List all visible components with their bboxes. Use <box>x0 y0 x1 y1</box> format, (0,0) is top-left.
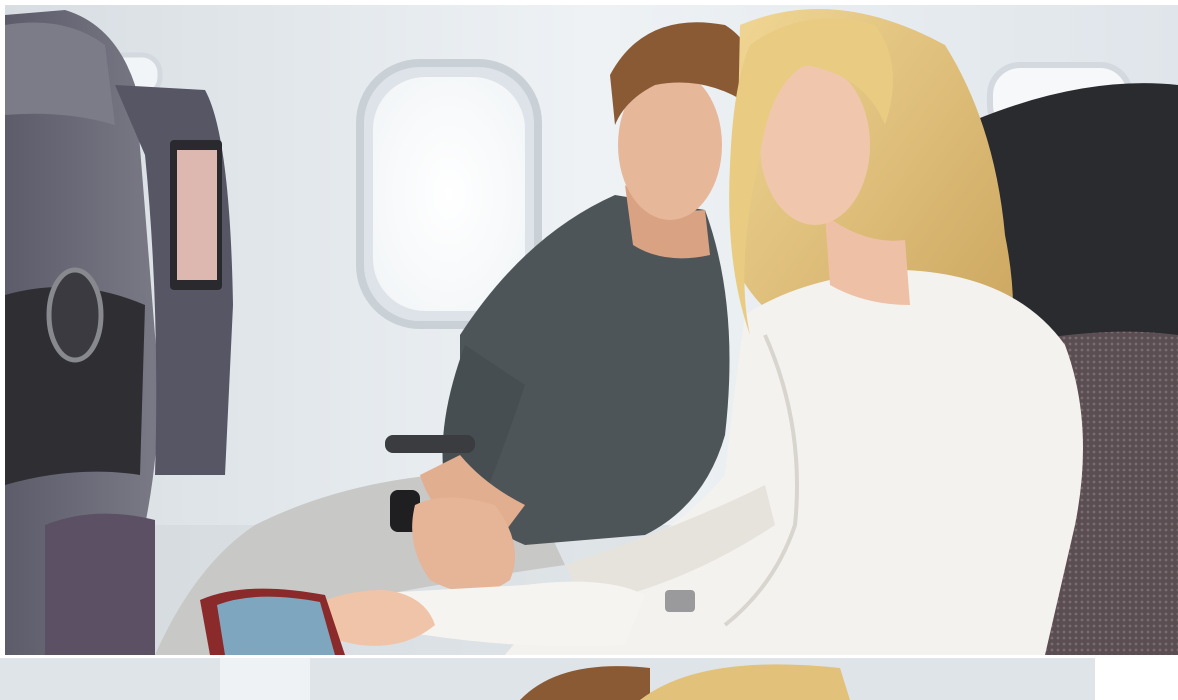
photo-illustration <box>5 5 1178 655</box>
window-main-glass <box>373 77 525 311</box>
strip-window <box>220 658 310 700</box>
seat-pocket <box>45 513 155 655</box>
seat-tray-latch <box>46 267 104 363</box>
seat-belt-buckle <box>665 590 695 612</box>
seatback-screen-display <box>177 150 217 280</box>
armrest <box>385 435 475 453</box>
photo-duplicate-strip <box>0 658 1095 700</box>
photo-main <box>5 5 1178 655</box>
tablet-screen <box>217 596 335 655</box>
photo-duplicate-illustration <box>0 658 1095 700</box>
